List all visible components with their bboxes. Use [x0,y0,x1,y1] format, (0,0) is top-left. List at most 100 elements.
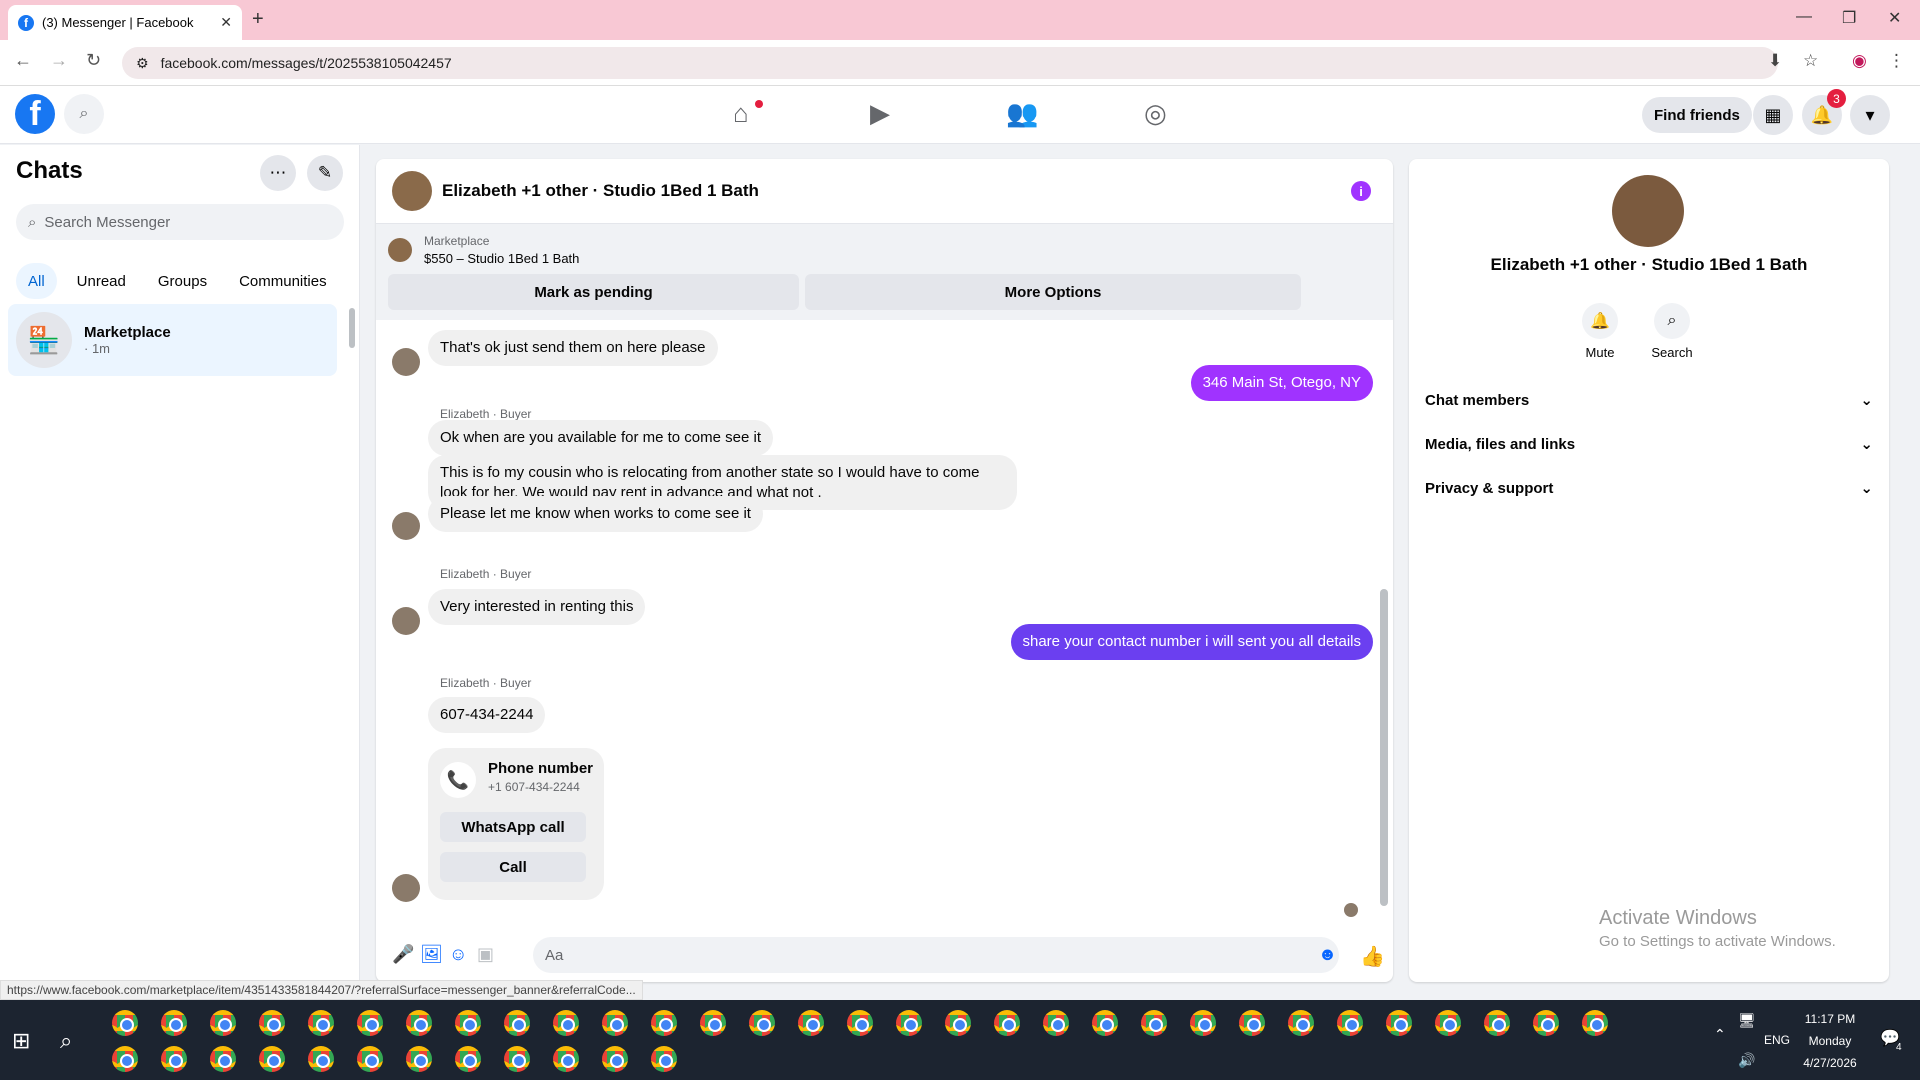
chrome-taskbar-icon[interactable] [798,1010,824,1036]
chrome-taskbar-icon[interactable] [1337,1010,1363,1036]
conversation-avatar[interactable] [392,171,432,211]
chrome-taskbar-icon[interactable] [847,1010,873,1036]
close-tab-icon[interactable]: ✕ [220,14,232,31]
chrome-taskbar-icon[interactable] [504,1010,530,1036]
reload-icon[interactable]: ↻ [86,50,101,71]
profile-icon[interactable]: ◉ [1852,51,1867,71]
media-files-links-row[interactable]: Media, files and links ⌄ [1425,422,1873,466]
chrome-taskbar-icon[interactable] [1484,1010,1510,1036]
chrome-taskbar-icon[interactable] [553,1046,579,1072]
chats-scrollbar[interactable] [349,308,355,348]
chrome-taskbar-icon[interactable] [1043,1010,1069,1036]
menu-grid-icon[interactable]: ▦ [1753,95,1793,135]
whatsapp-call-button[interactable]: WhatsApp call [440,812,586,842]
chrome-taskbar-icon[interactable] [602,1046,628,1072]
groups-icon[interactable]: ◎ [1144,98,1167,129]
chrome-taskbar-icon[interactable] [1239,1010,1265,1036]
video-icon[interactable]: ▶ [870,98,890,129]
microphone-icon[interactable]: 🎤 [392,944,414,965]
more-options-button[interactable]: More Options [805,274,1301,310]
facebook-logo[interactable]: f [15,94,55,134]
network-icon[interactable]: 🖥 [1738,1012,1756,1029]
chrome-taskbar-icon[interactable] [112,1046,138,1072]
chrome-taskbar-icon[interactable] [210,1046,236,1072]
gif-icon[interactable]: ▣ [477,944,494,965]
back-icon[interactable]: ← [14,50,32,71]
filter-groups[interactable]: Groups [146,263,219,299]
mute-action[interactable]: 🔔 Mute [1570,303,1630,360]
chrome-taskbar-icon[interactable] [357,1046,383,1072]
chrome-taskbar-icon[interactable] [161,1046,187,1072]
conversation-info-icon[interactable]: i [1351,181,1371,201]
chrome-taskbar-icon[interactable] [504,1046,530,1072]
chrome-taskbar-icon[interactable] [994,1010,1020,1036]
restore-icon[interactable]: ❐ [1842,8,1856,28]
url-field[interactable]: ⚙ facebook.com/messages/t/20255381050424… [122,47,1778,79]
chrome-taskbar-icon[interactable] [455,1010,481,1036]
chrome-taskbar-icon[interactable] [896,1010,922,1036]
chrome-taskbar-icon[interactable] [945,1010,971,1036]
filter-communities[interactable]: Communities [227,263,339,299]
browser-menu-icon[interactable]: ⋮ [1888,51,1905,71]
search-messenger-input[interactable]: ⌕ Search Messenger [16,204,344,240]
chrome-taskbar-icon[interactable] [308,1010,334,1036]
emoji-icon[interactable]: ☻ [1318,944,1337,965]
taskbar-search-icon[interactable]: ⌕ [60,1028,72,1054]
chrome-taskbar-icon[interactable] [1386,1010,1412,1036]
forward-icon[interactable]: → [50,50,68,71]
clock[interactable]: 11:17 PM Monday 4/27/2026 [1800,1012,1860,1070]
sticker-icon[interactable]: ☺ [449,944,467,965]
chrome-taskbar-icon[interactable] [1435,1010,1461,1036]
more-options-icon[interactable]: ⋯ [260,155,296,191]
chrome-taskbar-icon[interactable] [259,1046,285,1072]
minimize-icon[interactable]: — [1796,8,1812,26]
chrome-taskbar-icon[interactable] [308,1046,334,1072]
banner-listing[interactable]: $550 – Studio 1Bed 1 Bath [424,251,579,266]
group-avatar[interactable] [1612,175,1684,247]
chrome-taskbar-icon[interactable] [455,1046,481,1072]
chrome-taskbar-icon[interactable] [259,1010,285,1036]
chrome-taskbar-icon[interactable] [1092,1010,1118,1036]
photo-icon[interactable]: 🖼 [420,944,443,965]
conversation-title[interactable]: Elizabeth +1 other · Studio 1Bed 1 Bath [442,181,759,201]
chrome-taskbar-icon[interactable] [1190,1010,1216,1036]
privacy-support-row[interactable]: Privacy & support ⌄ [1425,466,1873,510]
chrome-taskbar-icon[interactable] [651,1010,677,1036]
close-window-icon[interactable]: ✕ [1888,8,1901,28]
chrome-taskbar-icon[interactable] [210,1010,236,1036]
like-thumb-icon[interactable]: 👍 [1360,944,1385,969]
filter-all[interactable]: All [16,263,57,299]
language-indicator[interactable]: ENG [1764,1033,1790,1047]
chrome-taskbar-icon[interactable] [602,1010,628,1036]
chrome-taskbar-icon[interactable] [651,1046,677,1072]
mark-as-pending-button[interactable]: Mark as pending [388,274,799,310]
chat-members-row[interactable]: Chat members ⌄ [1425,378,1873,422]
filter-unread[interactable]: Unread [65,263,138,299]
chrome-taskbar-icon[interactable] [357,1010,383,1036]
new-tab-icon[interactable]: + [252,8,264,31]
chrome-taskbar-icon[interactable] [700,1010,726,1036]
chrome-taskbar-icon[interactable] [406,1046,432,1072]
chrome-taskbar-icon[interactable] [749,1010,775,1036]
chat-item-marketplace[interactable]: 🏪 Marketplace · 1m [8,304,337,376]
account-dropdown-icon[interactable]: ▾ [1850,95,1890,135]
chrome-taskbar-icon[interactable] [161,1010,187,1036]
chrome-taskbar-icon[interactable] [1533,1010,1559,1036]
search-action[interactable]: ⌕ Search [1642,303,1702,360]
bookmark-star-icon[interactable]: ☆ [1803,51,1818,71]
call-button[interactable]: Call [440,852,586,882]
conversation-scrollbar[interactable] [1380,589,1388,906]
chrome-taskbar-icon[interactable] [1141,1010,1167,1036]
home-icon[interactable]: ⌂ [733,98,749,129]
listing-thumbnail[interactable] [388,238,412,262]
chrome-taskbar-icon[interactable] [553,1010,579,1036]
chrome-taskbar-icon[interactable] [1288,1010,1314,1036]
message-input[interactable]: Aa [533,937,1339,973]
show-hidden-icons-icon[interactable]: ⌃ [1714,1026,1726,1043]
find-friends-button[interactable]: Find friends [1642,97,1752,133]
site-info-icon[interactable]: ⚙ [136,55,149,72]
install-app-icon[interactable]: ⬇ [1768,51,1782,71]
new-message-icon[interactable]: ✎ [307,155,343,191]
search-icon[interactable]: ⌕ [64,94,104,134]
chrome-taskbar-icon[interactable] [1582,1010,1608,1036]
